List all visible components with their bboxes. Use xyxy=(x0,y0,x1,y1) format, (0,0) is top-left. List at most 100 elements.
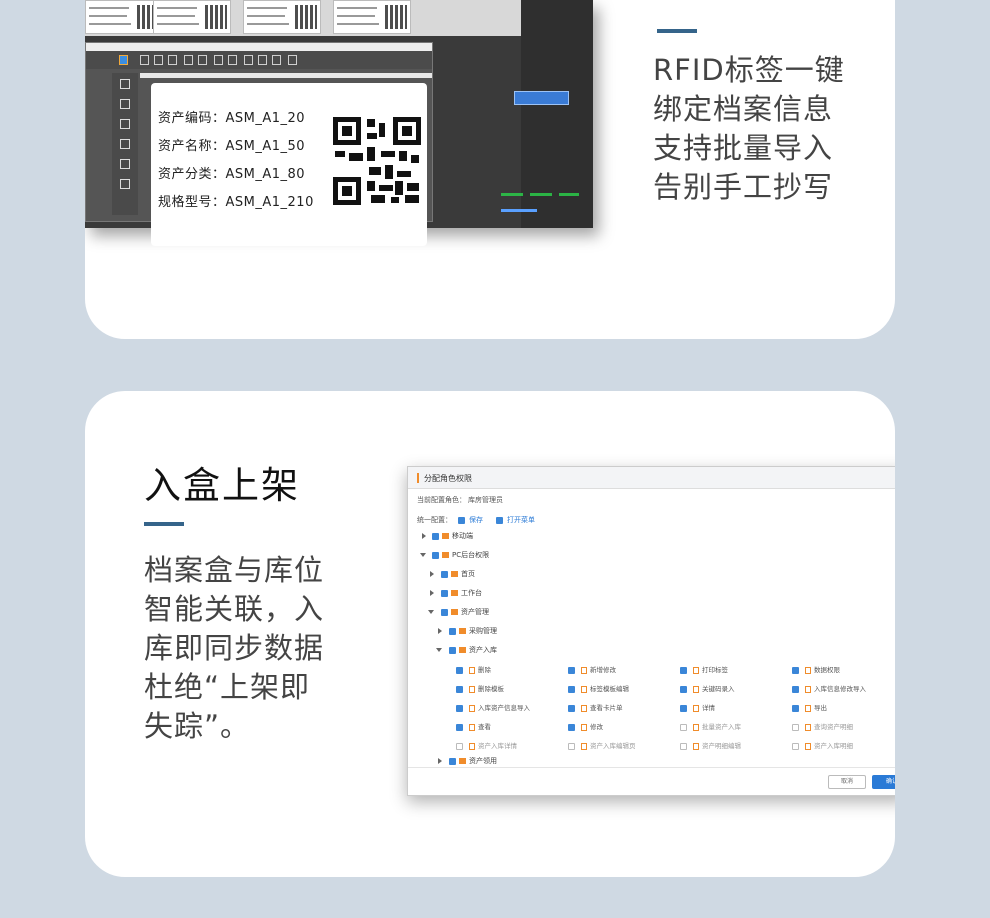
tree-node[interactable]: 资产入库 xyxy=(449,645,497,655)
permission-item[interactable]: 资产入库详情 xyxy=(456,740,517,750)
page-icon xyxy=(693,685,699,693)
panel-blue-button[interactable] xyxy=(514,91,569,105)
permission-item[interactable]: 查看 xyxy=(456,721,491,731)
align-icon[interactable] xyxy=(272,55,281,65)
redo-icon[interactable] xyxy=(228,55,237,65)
permission-item[interactable]: 入库信息修改导入 xyxy=(792,683,866,693)
new-icon[interactable] xyxy=(140,55,149,65)
checkbox[interactable] xyxy=(456,723,463,731)
checkbox[interactable] xyxy=(568,666,575,674)
collapse-arrow-icon[interactable] xyxy=(436,648,442,652)
permission-item[interactable]: 批量资产入库 xyxy=(680,721,741,731)
tree-node[interactable]: 采购管理 xyxy=(449,626,497,636)
permission-item[interactable]: 打印标签 xyxy=(680,664,728,674)
save-all-option[interactable]: 保存 xyxy=(458,515,483,525)
collapse-arrow-icon[interactable] xyxy=(420,553,426,557)
permission-item[interactable]: 资产明细编辑 xyxy=(680,740,741,750)
checkbox[interactable] xyxy=(792,685,799,693)
template-thumbnail[interactable] xyxy=(333,0,411,34)
checkbox[interactable] xyxy=(792,742,799,750)
checkbox[interactable] xyxy=(441,608,448,616)
checkbox[interactable] xyxy=(680,742,687,750)
open-icon[interactable] xyxy=(154,55,163,65)
settings-icon[interactable] xyxy=(288,55,297,65)
status-text xyxy=(559,193,579,196)
zoom-in-icon[interactable] xyxy=(244,55,253,65)
permission-item[interactable]: 关键码录入 xyxy=(680,683,735,693)
checkbox[interactable] xyxy=(568,742,575,750)
expand-arrow-icon[interactable] xyxy=(438,758,442,764)
image-tool-icon[interactable] xyxy=(120,139,130,149)
permission-item[interactable]: 资产入库编辑页 xyxy=(568,740,636,750)
text-tool-icon[interactable] xyxy=(120,79,130,89)
permission-item[interactable]: 标签模板编辑 xyxy=(568,683,629,693)
qrcode-tool-icon[interactable] xyxy=(120,119,130,129)
checkbox[interactable] xyxy=(456,742,463,750)
tree-node[interactable]: PC后台权限 xyxy=(432,550,489,560)
confirm-button[interactable]: 确认 xyxy=(872,775,895,789)
permission-item[interactable]: 删除 xyxy=(456,664,491,674)
permission-item[interactable]: 查看卡片单 xyxy=(568,702,623,712)
permission-item[interactable]: 新增修改 xyxy=(568,664,616,674)
open-menu-option[interactable]: 打开菜单 xyxy=(496,515,535,525)
tree-node[interactable]: 资产领用 xyxy=(449,756,497,766)
template-thumbnail[interactable] xyxy=(153,0,231,34)
tree-node[interactable]: 工作台 xyxy=(441,588,482,598)
checkbox[interactable] xyxy=(568,723,575,731)
permission-item[interactable]: 数据权限 xyxy=(792,664,840,674)
checkbox[interactable] xyxy=(456,666,463,674)
checkbox[interactable] xyxy=(680,704,687,712)
checkbox[interactable] xyxy=(568,704,575,712)
permission-item[interactable]: 修改 xyxy=(568,721,603,731)
checkbox[interactable] xyxy=(792,666,799,674)
checkbox[interactable] xyxy=(680,723,687,731)
tree-node[interactable]: 移动端 xyxy=(432,531,473,541)
page-icon xyxy=(469,704,475,712)
checkbox[interactable] xyxy=(792,723,799,731)
checkbox[interactable] xyxy=(441,589,448,597)
template-thumbnail[interactable] xyxy=(243,0,321,34)
cancel-button[interactable]: 取消 xyxy=(828,775,866,789)
template-thumbnail[interactable] xyxy=(85,0,163,34)
print-icon[interactable] xyxy=(184,55,193,65)
expand-arrow-icon[interactable] xyxy=(438,628,442,634)
permission-item[interactable]: 资产入库明细 xyxy=(792,740,853,750)
shape-tool-icon[interactable] xyxy=(120,159,130,169)
checkbox[interactable] xyxy=(458,516,465,524)
designer-toolbar xyxy=(86,51,432,69)
undo-icon[interactable] xyxy=(214,55,223,65)
node-label: 首页 xyxy=(461,570,475,578)
tree-node[interactable]: 首页 xyxy=(441,569,475,579)
checkbox[interactable] xyxy=(432,532,439,540)
save-icon[interactable] xyxy=(168,55,177,65)
permission-item[interactable]: 查询资产明细 xyxy=(792,721,853,731)
tree-node[interactable]: 资产管理 xyxy=(441,607,489,617)
checkbox[interactable] xyxy=(568,685,575,693)
expand-arrow-icon[interactable] xyxy=(430,571,434,577)
permission-item[interactable]: 详情 xyxy=(680,702,715,712)
expand-arrow-icon[interactable] xyxy=(422,533,426,539)
zoom-out-icon[interactable] xyxy=(258,55,267,65)
checkbox[interactable] xyxy=(449,646,456,654)
expand-arrow-icon[interactable] xyxy=(430,590,434,596)
permission-item[interactable]: 删除模板 xyxy=(456,683,504,693)
checkbox[interactable] xyxy=(456,704,463,712)
checkbox[interactable] xyxy=(441,570,448,578)
table-tool-icon[interactable] xyxy=(120,179,130,189)
checkbox[interactable] xyxy=(680,685,687,693)
checkbox[interactable] xyxy=(449,627,456,635)
collapse-arrow-icon[interactable] xyxy=(428,610,434,614)
checkbox[interactable] xyxy=(449,757,456,765)
checkbox[interactable] xyxy=(432,551,439,559)
permission-label: 入库资产信息导入 xyxy=(478,704,530,712)
checkbox[interactable] xyxy=(792,704,799,712)
checkbox[interactable] xyxy=(456,685,463,693)
permission-label: 资产入库编辑页 xyxy=(590,742,636,750)
permission-item[interactable]: 入库资产信息导入 xyxy=(456,702,530,712)
checkbox[interactable] xyxy=(496,516,503,524)
barcode-tool-icon[interactable] xyxy=(120,99,130,109)
status-link[interactable] xyxy=(501,209,537,212)
checkbox[interactable] xyxy=(680,666,687,674)
permission-item[interactable]: 导出 xyxy=(792,702,827,712)
preview-icon[interactable] xyxy=(198,55,207,65)
